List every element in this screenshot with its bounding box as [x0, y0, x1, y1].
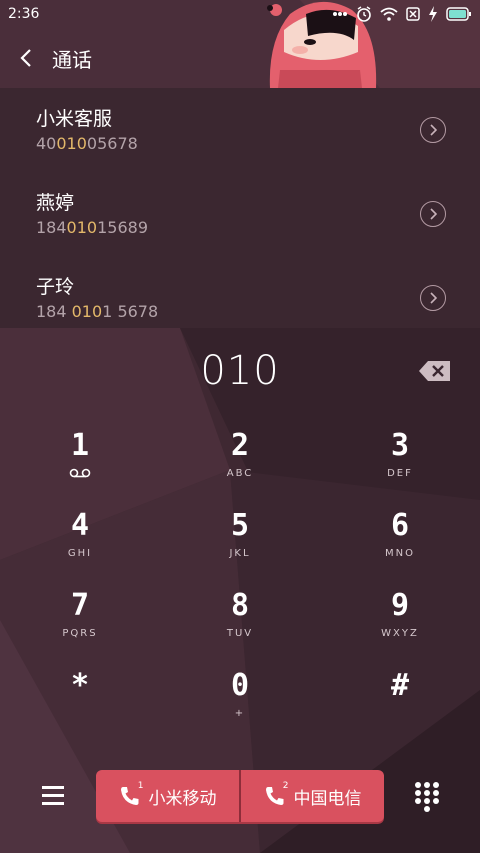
chevron-left-icon	[20, 49, 31, 67]
key-letters: +	[234, 708, 246, 719]
keypad: 1 2 ABC 3 DEF 4 GHI 5 JKL 6 MNO 7 PQRS 8…	[0, 420, 480, 740]
key-5[interactable]: 5 JKL	[160, 500, 320, 580]
key-digit: 2	[230, 428, 250, 463]
key-letters: WXYZ	[381, 628, 419, 639]
key-2[interactable]: 2 ABC	[160, 420, 320, 500]
key-letters: PQRS	[62, 628, 98, 639]
number-prefix: 40	[36, 133, 57, 153]
key-digit: 7	[70, 588, 90, 623]
key-digit: 4	[70, 508, 90, 543]
header: 通话	[0, 28, 480, 88]
number-suffix: 1 5678	[102, 301, 159, 321]
contact-detail-button[interactable]	[420, 117, 446, 143]
contact-detail-button[interactable]	[420, 201, 446, 227]
contact-name: 燕婷	[36, 191, 75, 214]
key-4[interactable]: 4 GHI	[0, 500, 160, 580]
dialed-number[interactable]: 010	[0, 348, 480, 394]
contact-suggestions: 小米客服 4001005678 燕婷 18401015689 子玲 184 01…	[0, 88, 480, 328]
key-hash[interactable]: #	[320, 660, 480, 740]
key-star[interactable]: *	[0, 660, 160, 740]
key-6[interactable]: 6 MNO	[320, 500, 480, 580]
key-digit: 8	[230, 588, 250, 623]
phone-sim1-icon: 1	[119, 781, 144, 807]
sim-off-icon	[406, 7, 420, 21]
menu-button[interactable]	[38, 782, 70, 810]
contact-name: 子玲	[36, 275, 75, 298]
hide-dialpad-button[interactable]	[412, 780, 442, 812]
menu-icon	[42, 786, 64, 805]
key-7[interactable]: 7 PQRS	[0, 580, 160, 660]
dial-display: 010	[0, 340, 480, 410]
number-match: 010	[71, 301, 103, 321]
contact-number: 4001005678	[36, 134, 420, 154]
dialpad-icon	[415, 782, 439, 812]
key-digit: 1	[70, 428, 90, 463]
contact-detail-button[interactable]	[420, 285, 446, 311]
chevron-right-icon	[430, 292, 437, 304]
bottom-bar: 1 小米移动 2 中国电信	[0, 768, 480, 824]
key-digit: 3	[390, 428, 410, 463]
chevron-right-icon	[430, 124, 437, 136]
key-letters: MNO	[385, 548, 415, 559]
key-letters: ABC	[226, 468, 254, 479]
contact-item[interactable]: 燕婷 18401015689	[0, 172, 480, 256]
contact-number: 184 0101 5678	[36, 302, 420, 322]
key-digit: 5	[230, 508, 250, 543]
call-buttons: 1 小米移动 2 中国电信	[96, 770, 384, 822]
wifi-icon	[380, 7, 398, 21]
key-digit: *	[70, 668, 90, 703]
back-button[interactable]	[0, 28, 52, 88]
status-bar: 2:36	[0, 0, 480, 28]
key-letters: GHI	[67, 548, 93, 559]
contact-number: 18401015689	[36, 218, 420, 238]
number-prefix: 184	[36, 217, 67, 237]
contact-item[interactable]: 小米客服 4001005678	[0, 88, 480, 172]
call-sim2-label: 中国电信	[293, 788, 362, 809]
phone-sim2-icon: 2	[264, 781, 289, 807]
key-letters: JKL	[229, 548, 251, 559]
key-0[interactable]: 0 +	[160, 660, 320, 740]
sim-number: 1	[137, 781, 144, 791]
key-digit: #	[390, 668, 410, 703]
key-letters: TUV	[226, 628, 254, 639]
call-sim1-label: 小米移动	[148, 788, 217, 809]
more-dots-icon	[333, 12, 347, 16]
chevron-right-icon	[430, 208, 437, 220]
key-3[interactable]: 3 DEF	[320, 420, 480, 500]
key-digit: 9	[390, 588, 410, 623]
key-digit: 6	[390, 508, 410, 543]
key-digit: 0	[230, 668, 250, 703]
voicemail-icon	[69, 468, 91, 482]
key-letters: DEF	[387, 468, 413, 479]
number-prefix: 184	[36, 301, 72, 321]
battery-icon	[446, 7, 471, 21]
number-suffix: 05678	[86, 133, 138, 153]
backspace-icon	[419, 361, 450, 381]
key-1[interactable]: 1	[0, 420, 160, 500]
number-suffix: 15689	[97, 217, 148, 237]
key-8[interactable]: 8 TUV	[160, 580, 320, 660]
contact-name: 小米客服	[36, 107, 113, 130]
backspace-button[interactable]	[418, 360, 452, 382]
number-match: 010	[66, 217, 98, 237]
alarm-icon	[357, 6, 371, 22]
key-9[interactable]: 9 WXYZ	[320, 580, 480, 660]
contact-item[interactable]: 子玲 184 0101 5678	[0, 256, 480, 340]
call-sim1-button[interactable]: 1 小米移动	[96, 770, 239, 822]
status-icons	[332, 6, 472, 22]
call-sim2-button[interactable]: 2 中国电信	[241, 770, 384, 822]
sim-number: 2	[282, 781, 289, 791]
page-title: 通话	[52, 47, 92, 72]
number-match: 010	[56, 133, 87, 153]
charging-icon	[429, 6, 437, 22]
status-time: 2:36	[8, 6, 40, 22]
